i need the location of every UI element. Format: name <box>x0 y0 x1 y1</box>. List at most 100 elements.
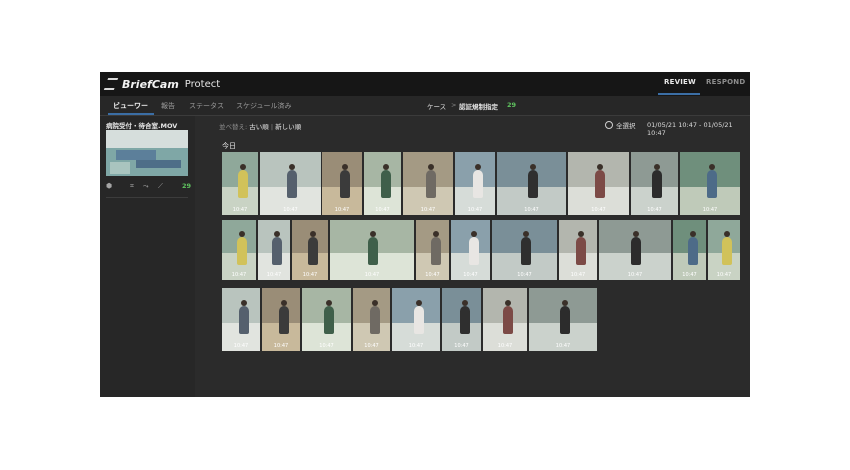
person-figure <box>576 237 586 265</box>
crop-icon[interactable]: ⌗ <box>130 182 134 191</box>
clip-thumbnail[interactable]: 10:47 <box>559 220 597 280</box>
clip-thumbnail[interactable]: 10:47 <box>483 288 527 351</box>
clip-thumbnail[interactable]: 10:47 <box>302 288 351 351</box>
person-figure <box>521 237 531 265</box>
person-figure <box>631 237 641 265</box>
video-tools: ⬢ ⌗ ⤳ ⟋ 29 <box>106 182 191 192</box>
clip-thumbnail[interactable]: 10:47 <box>708 220 740 280</box>
clip-thumbnail[interactable]: 10:47 <box>492 220 557 280</box>
person-figure <box>238 170 248 198</box>
breadcrumb-case[interactable]: ケース <box>427 101 446 111</box>
brand-name: BriefCam <box>122 77 179 91</box>
person-figure <box>340 170 350 198</box>
clip-thumbnail[interactable]: 10:47 <box>222 152 258 215</box>
tab-scheduled[interactable]: スケジュール済み <box>236 101 292 111</box>
clip-timestamp: 10:47 <box>375 207 390 213</box>
clip-thumbnail[interactable]: 10:47 <box>292 220 328 280</box>
clip-thumbnail[interactable]: 10:47 <box>403 152 453 215</box>
clip-thumbnail[interactable]: 10:47 <box>392 288 440 351</box>
person-figure <box>469 237 479 265</box>
clip-thumbnail[interactable]: 10:47 <box>568 152 629 215</box>
clip-thumbnail[interactable]: 10:47 <box>262 288 300 351</box>
clip-thumbnail[interactable]: 10:47 <box>442 288 481 351</box>
breadcrumb-rule: 認証規制指定 <box>459 103 498 111</box>
person-figure <box>239 306 249 334</box>
sort-oldest[interactable]: 古い順 <box>249 123 269 131</box>
clip-thumbnail[interactable]: 10:47 <box>529 288 597 351</box>
clip-thumbnail[interactable]: 10:47 <box>260 152 321 215</box>
route-icon[interactable]: ⤳ <box>143 182 149 191</box>
date-range: 01/05/21 10:47 - 01/05/21 10:47 <box>647 121 733 137</box>
clip-thumbnail[interactable]: 10:47 <box>497 152 566 215</box>
clip-timestamp: 10:47 <box>570 272 586 278</box>
clip-timestamp: 10:47 <box>555 343 571 349</box>
clip-thumbnail[interactable]: 10:47 <box>599 220 671 280</box>
person-figure <box>324 306 334 334</box>
clip-timestamp: 10:47 <box>233 343 249 349</box>
tab-review[interactable]: REVIEW <box>664 78 696 86</box>
person-figure <box>414 306 424 334</box>
clip-thumbnail[interactable]: 10:47 <box>364 152 401 215</box>
cube-icon[interactable]: ⬢ <box>106 182 112 190</box>
select-all-toggle[interactable]: 全選択 <box>605 120 636 130</box>
clip-timestamp: 10:47 <box>319 343 334 349</box>
clip-thumbnail[interactable]: 10:47 <box>322 152 362 215</box>
clip-timestamp: 10:47 <box>591 207 606 213</box>
tab-report[interactable]: 報告 <box>161 101 175 111</box>
clip-thumbnail[interactable]: 10:47 <box>680 152 740 215</box>
person-figure <box>652 170 662 198</box>
active-tab-indicator <box>658 93 700 95</box>
active-subtab-indicator <box>108 113 154 115</box>
person-figure <box>287 170 297 198</box>
app-window: BriefCam Protect REVIEW RESPOND ビューワー 報告… <box>100 72 750 397</box>
clip-thumbnail[interactable]: 10:47 <box>353 288 390 351</box>
person-figure <box>381 170 391 198</box>
clip-timestamp: 10:47 <box>364 343 379 349</box>
clip-timestamp: 10:47 <box>517 272 532 278</box>
sort-newest[interactable]: 新しい順 <box>275 123 301 131</box>
clip-thumbnail[interactable]: 10:47 <box>451 220 490 280</box>
clip-thumbnail[interactable]: 10:47 <box>330 220 414 280</box>
tab-respond[interactable]: RESPOND <box>706 78 745 86</box>
clip-timestamp: 10:47 <box>231 272 247 278</box>
tab-viewer[interactable]: ビューワー <box>113 101 148 111</box>
clip-thumbnail[interactable]: 10:47 <box>416 220 449 280</box>
clip-timestamp: 10:47 <box>716 272 732 278</box>
clip-timestamp: 10:47 <box>682 272 697 278</box>
person-figure <box>370 306 380 334</box>
tab-status[interactable]: ステータス <box>189 101 224 111</box>
clip-timestamp: 10:47 <box>702 207 718 213</box>
clip-timestamp: 10:47 <box>647 207 662 213</box>
clip-timestamp: 10:47 <box>283 207 298 213</box>
person-figure <box>688 237 698 265</box>
person-figure <box>595 170 605 198</box>
clip-thumbnail[interactable]: 10:47 <box>222 220 256 280</box>
logo-mark-icon <box>103 78 119 90</box>
person-figure <box>272 237 282 265</box>
clip-timestamp: 10:47 <box>364 272 380 278</box>
person-figure <box>560 306 570 334</box>
clip-thumbnail[interactable]: 10:47 <box>455 152 495 215</box>
clip-timestamp: 10:47 <box>273 343 289 349</box>
line-icon[interactable]: ⟋ <box>158 182 163 191</box>
person-figure <box>308 237 318 265</box>
product-name: Protect <box>184 78 221 90</box>
top-bar: BriefCam Protect REVIEW RESPOND <box>100 72 750 96</box>
breadcrumb-separator: > <box>451 101 457 109</box>
person-figure <box>426 170 436 198</box>
sort-separator: | <box>270 123 274 131</box>
clip-thumbnail[interactable]: 10:47 <box>258 220 290 280</box>
sub-navigation: ビューワー 報告 ステータス スケジュール済み ケース > 認証規制指定 29 <box>100 96 750 116</box>
clip-thumbnail[interactable]: 10:47 <box>222 288 260 351</box>
person-figure <box>503 306 513 334</box>
brand-logo[interactable]: BriefCam Protect <box>103 77 221 91</box>
clip-thumbnail[interactable]: 10:47 <box>673 220 706 280</box>
person-figure <box>473 170 483 198</box>
sort-label: 並べ替え: <box>219 123 248 131</box>
clip-timestamp: 10:47 <box>627 272 643 278</box>
clip-thumbnail[interactable]: 10:47 <box>631 152 678 215</box>
video-thumbnail[interactable] <box>106 130 188 176</box>
clip-timestamp: 10:47 <box>232 207 248 213</box>
radio-icon[interactable] <box>605 121 613 129</box>
person-figure <box>528 170 538 198</box>
